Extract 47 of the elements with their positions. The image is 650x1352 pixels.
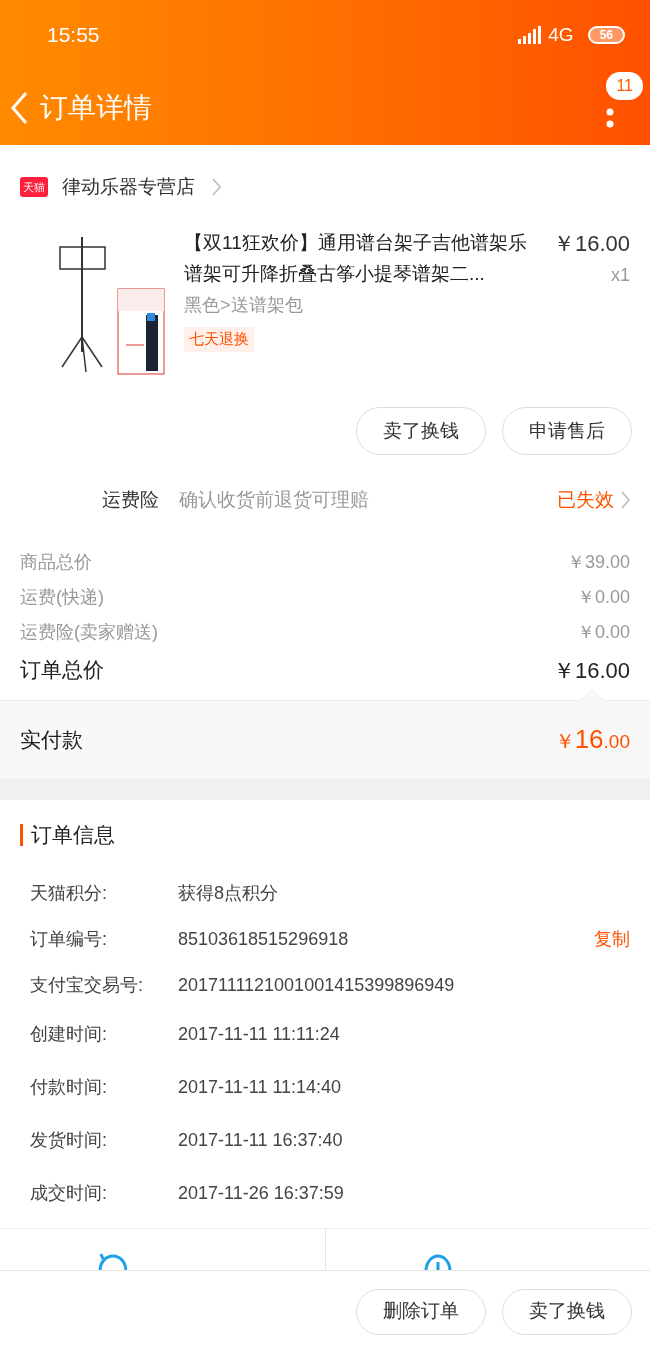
paid-amount: ￥16.00 [554,723,630,756]
info-value: 2017-11-11 11:14:40 [178,1076,343,1099]
info-label: 成交时间: [30,1182,108,1205]
chevron-right-icon [211,178,221,196]
info-label: 天猫积分: [30,881,108,905]
signal-icon [518,26,543,44]
info-value: 85103618515296918 [178,927,350,951]
status-time: 15:55 [47,22,100,49]
info-label: 创建时间: [30,1023,108,1046]
chevron-right-icon [620,491,630,509]
info-value: 2017-11-26 16:37:59 [178,1182,345,1205]
price-line-value: ￥0.00 [576,621,630,644]
info-label: 订单编号: [30,927,108,951]
price-line-label: 运费险(卖家赠送) [20,621,158,644]
info-label: 发货时间: [30,1129,108,1152]
price-line-value: ￥0.00 [576,586,630,609]
store-badge: 天猫 [20,176,48,198]
back-icon[interactable] [10,90,28,125]
insurance-description: 确认收货前退货可理赔 [179,487,370,512]
product-action-button[interactable]: 申请售后 [502,407,632,455]
price-line-value: ￥39.00 [566,551,630,574]
order-action-button[interactable]: 卖了换钱 [502,1288,632,1335]
price-line-label: 订单总价 [20,657,104,684]
product-price: ￥16.00 [552,230,630,258]
return-policy-tag: 七天退换 [184,327,254,352]
product-title[interactable]: 【双11狂欢价】通用谱台架子吉他谱架乐谱架可升降折叠古筝小提琴谱架二... [184,227,529,289]
paid-label: 实付款 [20,726,83,753]
price-line-label: 运费(快递) [20,586,104,609]
info-value: 2017111121001001415399896949 [178,973,456,997]
store-name[interactable]: 律动乐器专营店 [62,172,195,202]
battery-indicator: 56 [587,26,625,44]
section-title: 订单信息 [31,822,115,849]
product-action-button[interactable]: 卖了换钱 [356,407,486,455]
product-quantity: x1 [611,264,630,287]
info-label: 支付宝交易号: [30,973,144,997]
price-line-value: ￥16.00 [552,656,630,685]
order-action-button[interactable]: 删除订单 [356,1288,486,1335]
product-sku: 黑色>送谱架包 [184,294,304,317]
info-value: 2017-11-11 11:11:24 [178,1023,341,1046]
network-label: 4G [548,22,574,47]
insurance-label: 运费险 [102,487,159,512]
price-line-label: 商品总价 [20,551,92,574]
message-count-badge: 11 [606,72,643,100]
info-label: 付款时间: [30,1076,108,1099]
info-value: 2017-11-11 16:37:40 [178,1129,344,1152]
page-title: 订单详情 [40,90,152,125]
info-value: 获得8点积分 [178,881,279,905]
